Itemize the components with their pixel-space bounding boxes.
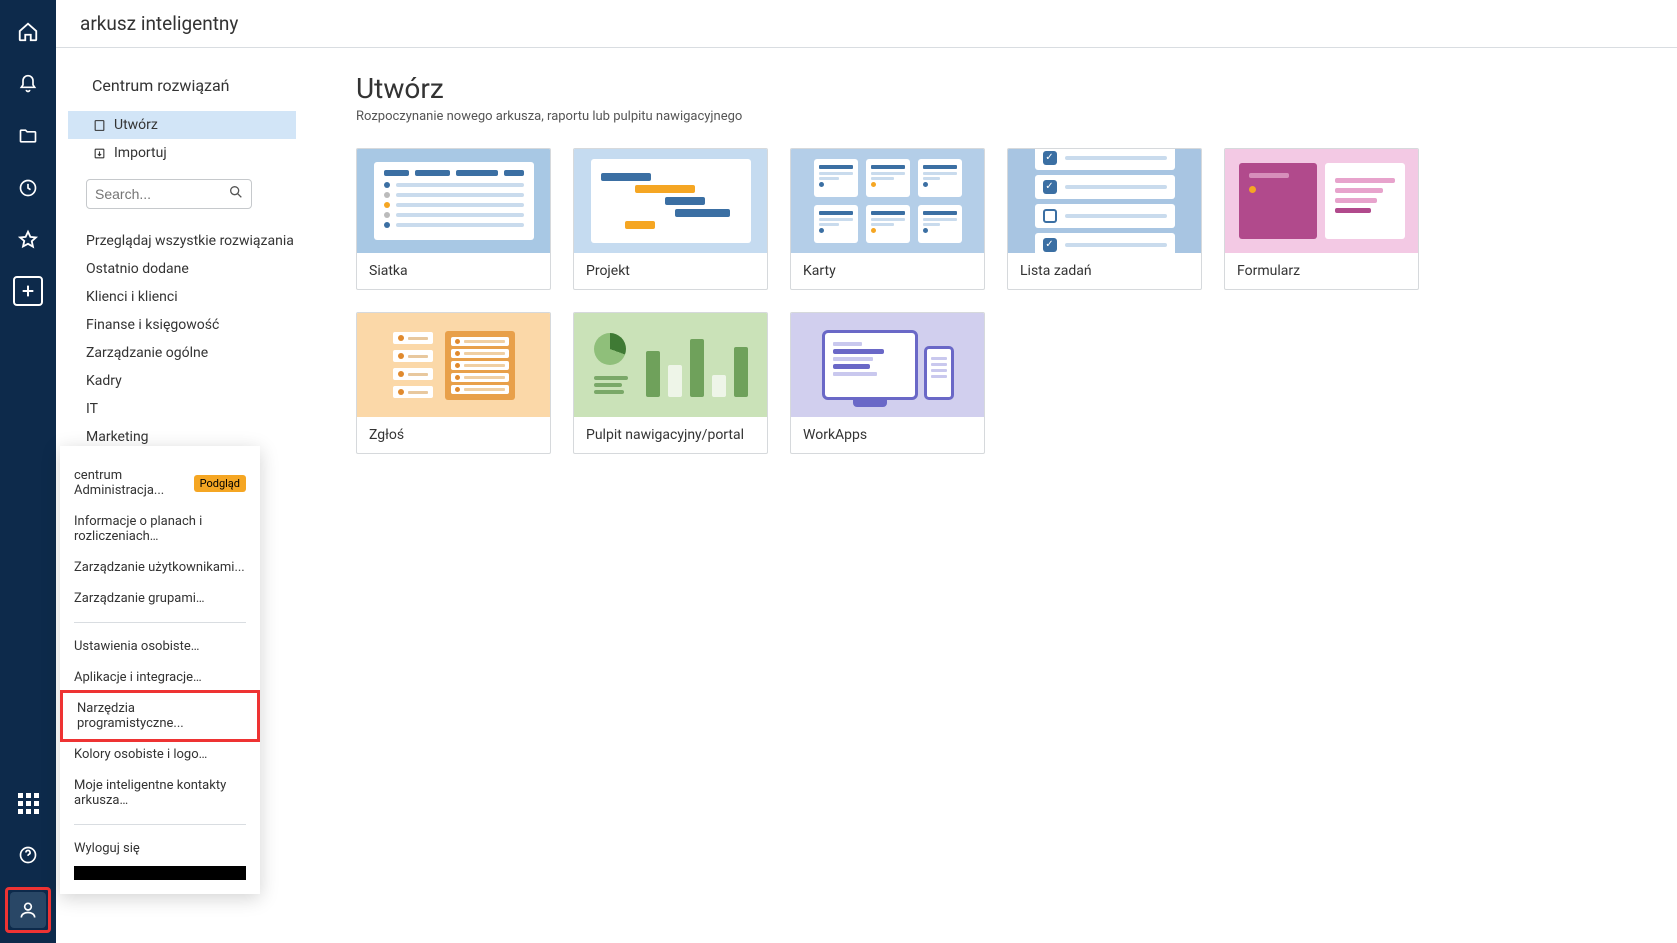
apps-launcher-icon[interactable] [8, 783, 48, 823]
category-item[interactable]: Kadry [86, 367, 296, 395]
favorites-icon[interactable] [8, 220, 48, 260]
card-form[interactable]: Formularz [1224, 148, 1419, 290]
tasklist-thumb: ✓ ✓ ✓ [1008, 149, 1201, 253]
menu-plans-billing[interactable]: Informacje o planach i rozliczeniach… [60, 506, 260, 552]
project-thumb [574, 149, 767, 253]
category-item[interactable]: Klienci i klienci [86, 283, 296, 311]
sheet-icon [92, 118, 106, 132]
menu-item-label: Wyloguj się [74, 841, 140, 856]
account-menu: centrum Administracja... Podgląd Informa… [60, 446, 260, 894]
menu-personal-settings[interactable]: Ustawienia osobiste… [60, 631, 260, 662]
category-list: Przeglądaj wszystkie rozwiązania Ostatni… [86, 227, 296, 479]
category-item[interactable]: Zarządzanie ogólne [86, 339, 296, 367]
menu-item-label: Ustawienia osobiste… [74, 639, 199, 654]
menu-item-label: Kolory osobiste i logo… [74, 747, 207, 762]
menu-item-label: Zarządzanie grupami… [74, 591, 205, 606]
sidebar-nav-import[interactable]: Importuj [68, 139, 296, 167]
menu-group-management[interactable]: Zarządzanie grupami… [60, 583, 260, 614]
sidebar-nav-label: Importuj [114, 145, 167, 161]
account-button-highlight [5, 887, 51, 933]
folder-icon[interactable] [8, 116, 48, 156]
sidebar-nav-create[interactable]: Utwórz [68, 111, 296, 139]
sidebar-nav-label: Utwórz [114, 117, 158, 133]
home-icon[interactable] [8, 12, 48, 52]
page-subtitle: Rozpoczynanie nowego arkusza, raportu lu… [356, 109, 1637, 124]
grid-sheet-thumb [357, 149, 550, 253]
sidebar-title: Centrum rozwiązań [92, 76, 296, 95]
category-item[interactable]: Finanse i księgowość [86, 311, 296, 339]
cards-thumb [791, 149, 984, 253]
nav-rail [0, 0, 56, 943]
card-label: Projekt [574, 253, 767, 289]
report-thumb [357, 313, 550, 417]
category-item[interactable]: Przeglądaj wszystkie rozwiązania [86, 227, 296, 255]
search-icon [228, 184, 244, 204]
card-label: Pulpit nawigacyjny/portal [574, 417, 767, 453]
create-content: Utwórz Rozpoczynanie nowego arkusza, rap… [316, 48, 1677, 943]
menu-contacts[interactable]: Moje inteligentne kontakty arkusza… [60, 770, 260, 816]
menu-separator [74, 824, 246, 825]
workapps-thumb [791, 313, 984, 417]
menu-item-label: Moje inteligentne kontakty arkusza… [74, 778, 246, 808]
recents-icon[interactable] [8, 168, 48, 208]
menu-separator [74, 622, 246, 623]
card-label: Zgłoś [357, 417, 550, 453]
card-cards[interactable]: Karty [790, 148, 985, 290]
import-icon [92, 146, 106, 160]
page-title: Utwórz [356, 72, 1637, 105]
card-tasklist[interactable]: ✓ ✓ ✓ Lista zadań [1007, 148, 1202, 290]
dashboard-thumb [574, 313, 767, 417]
menu-colors-logo[interactable]: Kolory osobiste i logo… [60, 739, 260, 770]
card-dashboard[interactable]: Pulpit nawigacyjny/portal [573, 312, 768, 454]
menu-item-label: Zarządzanie użytkownikami... [74, 560, 245, 575]
card-label: WorkApps [791, 417, 984, 453]
app-title: arkusz inteligentny [80, 12, 238, 35]
menu-logout[interactable]: Wyloguj się [60, 833, 260, 864]
menu-apps-integrations[interactable]: Aplikacje i integracje… [60, 662, 260, 693]
category-item[interactable]: IT [86, 395, 296, 423]
menu-item-label: centrum Administracja... [74, 468, 194, 498]
account-email-redacted [74, 866, 246, 880]
card-label: Karty [791, 253, 984, 289]
card-workapps[interactable]: WorkApps [790, 312, 985, 454]
card-grid-sheet[interactable]: Siatka [356, 148, 551, 290]
menu-developer-tools[interactable]: Narzędzia programistyczne... [60, 690, 260, 742]
help-icon[interactable] [8, 835, 48, 875]
menu-admin-center[interactable]: centrum Administracja... Podgląd [60, 460, 260, 506]
card-label: Formularz [1225, 253, 1418, 289]
card-report[interactable]: Zgłoś [356, 312, 551, 454]
menu-item-label: Aplikacje i integracje… [74, 670, 202, 685]
menu-item-label: Narzędzia programistyczne... [77, 701, 243, 731]
form-thumb [1225, 149, 1418, 253]
card-project[interactable]: Projekt [573, 148, 768, 290]
topbar: arkusz inteligentny [56, 0, 1677, 48]
menu-user-management[interactable]: Zarządzanie użytkownikami... [60, 552, 260, 583]
category-item[interactable]: Ostatnio dodane [86, 255, 296, 283]
preview-badge: Podgląd [194, 475, 246, 492]
menu-item-label: Informacje o planach i rozliczeniach… [74, 514, 246, 544]
create-new-button[interactable] [13, 276, 43, 306]
notifications-icon[interactable] [8, 64, 48, 104]
card-label: Siatka [357, 253, 550, 289]
account-button[interactable] [10, 892, 46, 928]
